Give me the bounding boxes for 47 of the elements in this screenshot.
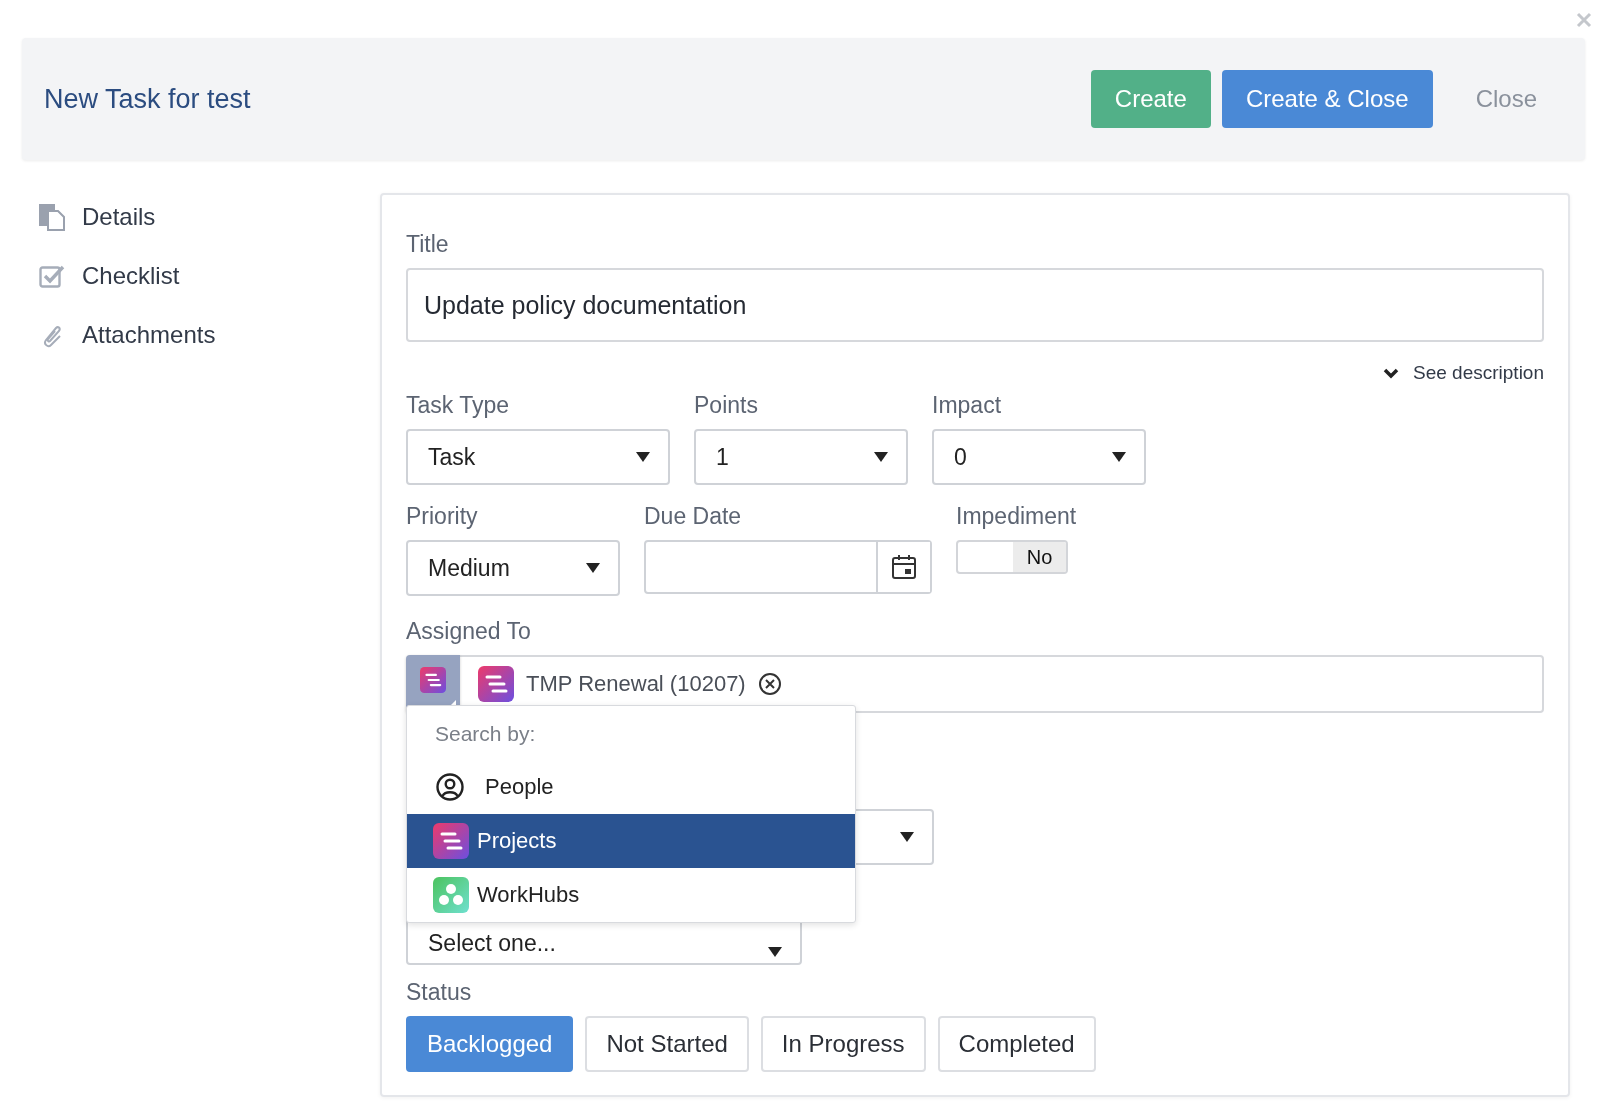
sidebar-item[interactable]: Details: [82, 203, 156, 231]
select-field[interactable]: Medium: [406, 540, 620, 596]
list-lines-icon: [433, 823, 469, 859]
list-lines-icon: [478, 666, 514, 702]
caret-icon: [874, 452, 888, 462]
caret-icon: [768, 947, 782, 957]
field-label: Impact: [932, 392, 1003, 419]
calendar-button[interactable]: [876, 542, 930, 592]
status-option[interactable]: Not Started: [585, 1016, 749, 1072]
list-lines-icon: [420, 667, 446, 693]
chevron-down-icon: [1383, 367, 1400, 379]
assignee-name: TMP Renewal (10207): [526, 671, 746, 697]
date-field[interactable]: [644, 540, 932, 594]
field-label: Status: [406, 979, 473, 1006]
remove-icon[interactable]: [757, 672, 782, 696]
status-option[interactable]: In Progress: [760, 1016, 926, 1072]
select-field[interactable]: 1: [694, 429, 908, 485]
field-label: Priority: [406, 503, 479, 530]
three-dots-icon: [433, 877, 469, 913]
impediment-toggle[interactable]: No: [956, 540, 1068, 574]
menu-option[interactable]: Projects: [407, 814, 855, 868]
field-label: Title: [406, 231, 450, 258]
field-label: Points: [694, 392, 759, 419]
sidebar-item[interactable]: Attachments: [82, 321, 216, 349]
status-option[interactable]: Completed: [937, 1016, 1096, 1072]
field-label: Assigned To: [406, 618, 532, 645]
checkbox-icon: [38, 263, 66, 289]
caret-icon: [586, 563, 600, 573]
action-button[interactable]: Create & Close: [1221, 70, 1433, 128]
dialog-title: New Task for test: [44, 83, 252, 115]
title-field[interactable]: Update policy documentation: [406, 268, 1544, 342]
field-label: Task Type: [406, 392, 511, 419]
field-label: Impediment: [956, 503, 1077, 530]
documents-icon: [38, 203, 66, 231]
caret-icon: [636, 452, 650, 462]
menu-option[interactable]: People: [407, 760, 855, 814]
see-description-link[interactable]: See description: [1413, 362, 1544, 384]
caret-icon: [1112, 452, 1126, 462]
calendar-icon: [891, 554, 917, 580]
user-circle-icon: [435, 772, 465, 802]
select-field[interactable]: Task: [406, 429, 670, 485]
select-field[interactable]: 0: [932, 429, 1146, 485]
sidebar-item[interactable]: Checklist: [82, 262, 180, 290]
status-option[interactable]: Backlogged: [406, 1016, 574, 1072]
caret-icon: [900, 832, 914, 842]
field-label: Due Date: [644, 503, 743, 530]
menu-heading: Search by:: [434, 722, 537, 747]
